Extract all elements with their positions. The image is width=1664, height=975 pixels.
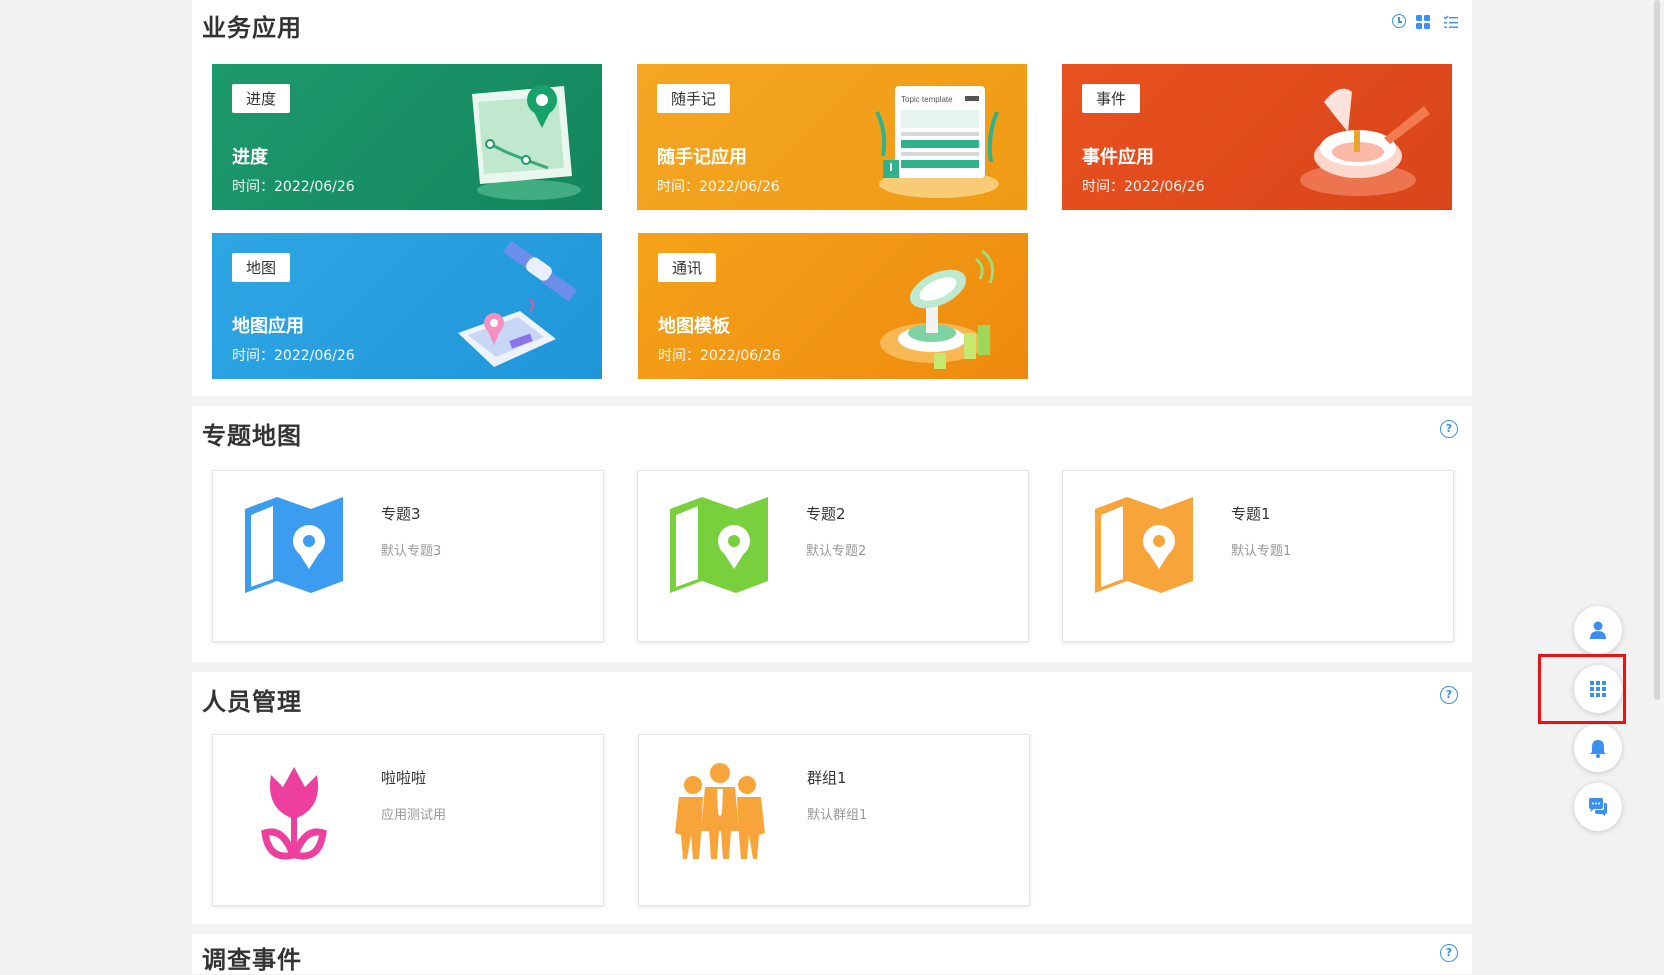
app-banner-events[interactable]: 事件 事件应用 时间：2022/06/26 [1062, 64, 1452, 210]
map-satellite-illustration-icon [458, 241, 577, 367]
app-time: 时间：2022/06/26 [658, 348, 781, 364]
map-icon [245, 497, 343, 593]
topic-desc: 默认专题1 [1231, 544, 1292, 559]
group-desc: 默认群组1 [807, 808, 868, 823]
topic-name: 专题1 [1231, 505, 1271, 523]
app-name: 地图应用 [232, 316, 304, 337]
clock-icon[interactable] [1392, 14, 1406, 28]
notes-illustration-icon: Topic template [875, 86, 999, 198]
map-icon [1095, 497, 1193, 593]
notification-button[interactable] [1574, 724, 1622, 772]
help-icon[interactable]: ? [1440, 944, 1458, 962]
section-title: 业务应用 [202, 14, 302, 42]
list-icon[interactable] [1443, 14, 1458, 28]
app-name: 随手记应用 [657, 147, 747, 168]
grid-icon[interactable] [1416, 14, 1430, 29]
thematic-maps-section: 专题地图 ? 专题3 默认专题3 专题2 默认专题2 专题1 默认专题1 [192, 406, 1472, 662]
app-banner-progress[interactable]: 进度 进度 时间：2022/06/26 [212, 64, 602, 210]
app-time: 时间：2022/06/26 [232, 348, 355, 364]
section-title: 人员管理 [202, 688, 302, 716]
app-tag: 通讯 [658, 253, 717, 282]
business-apps-section: 业务应用 进度 进度 时间：2022/06/26 随手记 随手记应用 时间：20… [192, 0, 1472, 396]
app-banner-map-template[interactable]: 通讯 地图模板 时间：2022/06/26 [638, 233, 1028, 379]
topic-card[interactable]: 专题3 默认专题3 [212, 470, 604, 642]
app-time: 时间：2022/06/26 [657, 179, 780, 195]
tulip-icon [261, 767, 327, 860]
section-title: 调查事件 [202, 946, 302, 974]
app-name: 事件应用 [1082, 147, 1154, 168]
user-icon [1590, 621, 1606, 639]
app-name: 地图模板 [658, 316, 730, 337]
help-icon[interactable]: ? [1440, 686, 1458, 704]
svg-text:Topic template: Topic template [901, 95, 953, 104]
app-tag: 地图 [232, 253, 291, 282]
app-tag: 随手记 [657, 84, 731, 113]
topic-card[interactable]: 专题1 默认专题1 [1062, 470, 1454, 642]
app-tag: 事件 [1082, 84, 1141, 113]
group-desc: 应用测试用 [381, 808, 447, 823]
user-button[interactable] [1574, 606, 1622, 654]
help-icon[interactable]: ? [1440, 420, 1458, 438]
chat-button[interactable] [1574, 783, 1622, 831]
app-name: 进度 [232, 147, 268, 168]
topic-card[interactable]: 专题2 默认专题2 [637, 470, 1029, 642]
app-banner-map[interactable]: 地图 地图应用 时间：2022/06/26 [212, 233, 602, 379]
scrollbar-thumb[interactable] [1654, 0, 1660, 700]
progress-illustration-icon [472, 85, 581, 200]
group-card[interactable]: 啦啦啦 应用测试用 [212, 734, 604, 906]
survey-events-section: 调查事件 ? [192, 934, 1472, 974]
app-time: 时间：2022/06/26 [1082, 179, 1205, 195]
topic-desc: 默认专题2 [806, 544, 867, 559]
topic-name: 专题3 [381, 505, 421, 523]
people-management-section: 人员管理 ? 啦啦啦 应用测试用 群组1 默认群组1 [192, 672, 1472, 924]
group-name: 啦啦啦 [381, 769, 427, 787]
selection-highlight [1538, 654, 1626, 724]
topic-name: 专题2 [806, 505, 846, 523]
bell-icon [1590, 740, 1606, 758]
group-name: 群组1 [807, 769, 847, 787]
group-card[interactable]: 群组1 默认群组1 [638, 734, 1030, 906]
chat-icon [1589, 798, 1607, 816]
communication-illustration-icon [880, 249, 995, 369]
map-icon [670, 497, 768, 593]
section-title: 专题地图 [202, 422, 302, 450]
app-tag: 进度 [232, 84, 291, 113]
topic-desc: 默认专题3 [381, 544, 442, 559]
events-illustration-icon [1300, 88, 1430, 196]
group-icon [675, 763, 765, 859]
app-banner-notes[interactable]: 随手记 随手记应用 时间：2022/06/26 Topic template [637, 64, 1027, 210]
app-time: 时间：2022/06/26 [232, 179, 355, 195]
